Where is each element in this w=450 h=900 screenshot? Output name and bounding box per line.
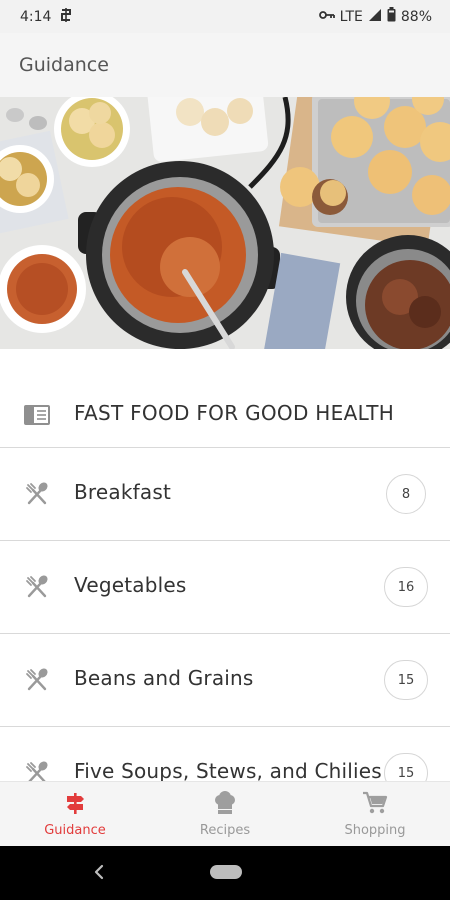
nav-label: Recipes [199, 823, 251, 838]
utensils-icon [25, 575, 49, 603]
book-header: FAST FOOD FOR GOOD HEALTH [0, 349, 450, 448]
list-item[interactable]: Five Soups, Stews, and Chilies 15 [0, 727, 450, 781]
signpost-icon [63, 791, 87, 819]
status-time: 4:14 [20, 8, 52, 25]
list-item-label: Five Soups, Stews, and Chilies [74, 759, 382, 781]
list-item-label: Vegetables [74, 573, 187, 597]
status-left: 4:14 [20, 7, 73, 27]
list-item[interactable]: Breakfast 8 [0, 448, 450, 541]
back-icon[interactable] [92, 863, 106, 885]
book-title: FAST FOOD FOR GOOD HEALTH [74, 401, 395, 425]
food-illustration [0, 97, 450, 349]
nav-label: Shopping [344, 823, 406, 838]
cart-icon [362, 791, 388, 819]
recipe-count-badge: 15 [384, 753, 428, 781]
utensils-icon [25, 761, 49, 781]
hero-food-image [0, 97, 450, 349]
list-item[interactable]: Beans and Grains 15 [0, 634, 450, 727]
list-item-label: Beans and Grains [74, 666, 254, 690]
list-item[interactable]: Vegetables 16 [0, 541, 450, 634]
recipe-count-badge: 15 [384, 660, 428, 700]
battery-percent: 88% [400, 8, 432, 25]
home-pill[interactable] [210, 865, 242, 879]
battery-icon [387, 7, 396, 26]
bottom-navigation: Guidance Recipes Shopping [0, 781, 450, 846]
signal-icon [368, 8, 382, 26]
system-navigation-bar [0, 846, 450, 900]
sync-icon [59, 7, 73, 27]
nav-tab-recipes[interactable]: Recipes [150, 782, 300, 847]
list-item-label: Breakfast [74, 480, 172, 504]
recipe-count-badge: 16 [384, 567, 428, 607]
page-title: Guidance [19, 54, 109, 76]
status-right: LTE 88% [318, 7, 432, 26]
utensils-icon [25, 482, 49, 510]
status-bar: 4:14 LTE 88% [0, 0, 450, 33]
book-icon [24, 405, 50, 429]
category-list: FAST FOOD FOR GOOD HEALTH Breakfast 8 Ve… [0, 349, 450, 781]
vpn-key-icon [318, 9, 335, 25]
nav-tab-shopping[interactable]: Shopping [300, 782, 450, 847]
recipe-count-badge: 8 [386, 474, 426, 514]
network-type: LTE [339, 8, 363, 25]
nav-label: Guidance [44, 823, 106, 838]
nav-tab-guidance[interactable]: Guidance [0, 782, 150, 847]
chef-hat-icon [212, 791, 238, 819]
utensils-icon [25, 668, 49, 696]
app-bar: Guidance [0, 33, 450, 97]
